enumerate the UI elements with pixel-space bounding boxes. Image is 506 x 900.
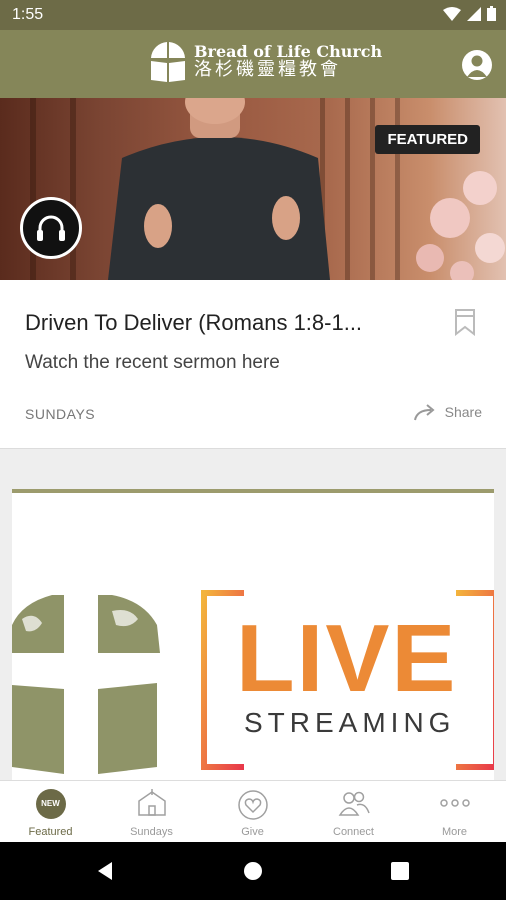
nav-label-featured: Featured	[28, 826, 73, 838]
sermon-subtitle: Watch the recent sermon here	[25, 352, 280, 373]
nav-label-connect: Connect	[333, 826, 374, 838]
recents-icon[interactable]	[391, 862, 409, 880]
back-icon[interactable]	[96, 861, 116, 881]
nav-give[interactable]: Give	[202, 781, 303, 843]
nav-more[interactable]: More	[404, 781, 505, 843]
wifi-icon	[443, 6, 461, 21]
heart-icon	[237, 790, 268, 820]
sermon-category: SUNDAYS	[25, 406, 96, 422]
church-logo: Bread of Life Church 洛杉磯靈糧教會	[148, 40, 382, 84]
bookmark-icon[interactable]	[454, 308, 476, 336]
people-icon	[338, 791, 370, 816]
system-navigation-bar	[0, 842, 506, 900]
nav-connect[interactable]: Connect	[303, 781, 404, 843]
bible-globe-logo-icon	[151, 42, 185, 82]
home-icon[interactable]	[243, 861, 263, 881]
headphones-icon	[37, 215, 65, 241]
new-badge-icon: NEW	[35, 789, 66, 819]
live-streaming-card[interactable]: LIVE STREAMING	[12, 489, 494, 800]
new-badge-text: NEW	[41, 799, 60, 808]
sermon-title[interactable]: Driven To Deliver (Romans 1:8-1...	[25, 310, 425, 336]
share-button[interactable]: Share	[413, 403, 482, 421]
nav-label-more: More	[441, 826, 468, 838]
nav-sundays[interactable]: Sundays	[101, 781, 202, 843]
church-building-icon	[137, 789, 166, 816]
more-dots-icon	[439, 799, 470, 807]
featured-badge: FEATURED	[375, 125, 480, 154]
audio-play-button[interactable]	[20, 197, 82, 259]
status-icons	[443, 6, 496, 21]
user-icon	[467, 55, 487, 77]
bottom-navigation: NEW Featured Sundays Give Connect More	[0, 780, 506, 843]
nav-label-give: Give	[241, 826, 264, 838]
church-globe-logo-icon	[12, 595, 160, 774]
signal-icon	[467, 6, 481, 21]
status-time: 1:55	[12, 6, 44, 23]
battery-icon	[487, 6, 496, 21]
streaming-text: STREAMING	[244, 707, 456, 738]
nav-label-sundays: Sundays	[130, 826, 173, 838]
profile-button[interactable]	[462, 50, 492, 80]
live-text: LIVE	[236, 605, 458, 712]
share-label: Share	[444, 404, 482, 420]
church-name-zh: 洛杉磯靈糧教會	[194, 58, 341, 80]
featured-sermon-card[interactable]: Driven To Deliver (Romans 1:8-1... Watch…	[0, 280, 506, 449]
nav-featured[interactable]: NEW Featured	[0, 781, 101, 843]
status-bar: 1:55	[0, 0, 506, 30]
share-arrow-icon	[413, 404, 435, 421]
